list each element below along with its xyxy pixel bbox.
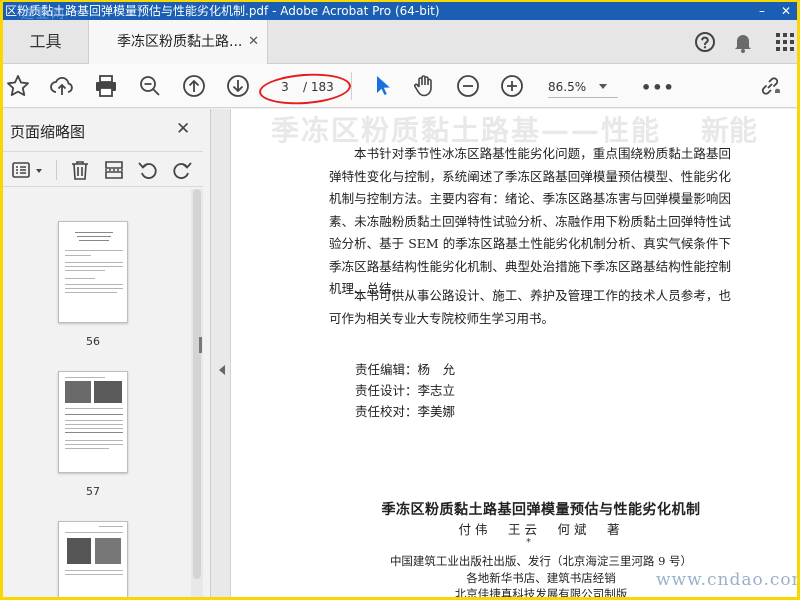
tab-bar: 工具 季冻区粉质黏土路... ✕	[3, 20, 797, 65]
watermark-bottom-right: www.cndao.com	[656, 570, 797, 590]
thumbnail-label: 57	[86, 485, 100, 498]
tab-document[interactable]: 季冻区粉质黏土路... ✕	[88, 20, 268, 65]
more-tools-icon[interactable]: •••	[641, 78, 675, 97]
title-bar: 区粉质黏土路基回弹模量预估与性能劣化机制.pdf - Adobe Acrobat…	[3, 2, 797, 20]
acrobat-window: 区粉质黏土路基回弹模量预估与性能劣化机制.pdf - Adobe Acrobat…	[3, 2, 797, 597]
print-icon[interactable]	[93, 73, 119, 99]
close-window-button[interactable]: ✕	[775, 2, 797, 20]
minimize-button[interactable]: –	[751, 2, 773, 20]
page-thumbnail[interactable]	[58, 371, 128, 473]
thumbnail-options-icon[interactable]	[11, 159, 33, 181]
close-panel-icon[interactable]: ✕	[176, 119, 190, 139]
chevron-down-icon[interactable]	[599, 84, 607, 89]
panel-title: 页面缩略图	[10, 123, 86, 141]
zoom-level-select[interactable]: 86.5%	[548, 76, 618, 98]
panel-scrollbar[interactable]	[191, 189, 203, 597]
zoom-in-icon[interactable]	[499, 73, 525, 99]
help-icon[interactable]	[693, 30, 717, 54]
panel-splitter[interactable]	[199, 109, 231, 597]
separator-star: *	[526, 537, 531, 548]
rotate-right-icon[interactable]	[171, 159, 193, 181]
book-authors: 付伟 王云 何斌 著	[458, 522, 624, 537]
panel-scrollbar-thumb[interactable]	[193, 189, 201, 579]
delete-trash-icon[interactable]	[69, 159, 91, 181]
rotate-left-icon[interactable]	[137, 159, 159, 181]
document-view[interactable]: 季冻区粉质黏土路基——性能 新能 本书针对季节性冰冻区路基性能劣化问题，重点围绕…	[231, 109, 797, 597]
previous-page-icon[interactable]	[181, 73, 207, 99]
bookmark-star-icon[interactable]	[5, 73, 31, 99]
publisher-line: 中国建筑工业出版社出版、发行（北京海淀三里河路 9 号）	[389, 554, 693, 568]
collapse-panel-icon[interactable]	[219, 365, 225, 375]
book-title: 季冻区粉质黏土路基回弹模量预估与性能劣化机制	[381, 502, 701, 518]
audience-paragraph: 本书可供从事公路设计、施工、养护及管理工作的技术人员参考，也可作为相关专业大专院…	[329, 288, 731, 326]
select-pointer-icon[interactable]	[369, 73, 395, 99]
page-thumbnail[interactable]	[58, 521, 128, 597]
next-page-icon[interactable]	[225, 73, 251, 99]
splitter-grip[interactable]	[199, 337, 202, 353]
panel-toolbar	[3, 151, 203, 187]
apps-grid-icon[interactable]	[773, 30, 797, 54]
window-title: 区粉质黏土路基回弹模量预估与性能劣化机制.pdf - Adobe Acrobat…	[5, 4, 440, 18]
page-thumbnails-panel: 页面缩略图 ✕ 56 57	[3, 109, 211, 597]
toolbar-divider	[351, 72, 352, 100]
zoom-out-search-icon[interactable]	[137, 73, 163, 99]
credit-proofreader: 责任校对：李美娜	[355, 404, 456, 419]
zoom-out-icon[interactable]	[455, 73, 481, 99]
credit-editor: 责任编辑：杨 允	[355, 362, 456, 377]
options-dropdown-icon[interactable]	[36, 169, 42, 173]
zoom-level-value: 86.5%	[548, 80, 587, 94]
tab-document-label: 季冻区粉质黏土路...	[117, 34, 243, 50]
tab-tools[interactable]: 工具	[3, 20, 88, 64]
main-toolbar: 3 / 183 86.5% •••	[3, 64, 797, 108]
extract-pages-icon[interactable]	[103, 159, 125, 181]
share-link-icon[interactable]	[757, 73, 783, 99]
thumbnail-label: 56	[86, 335, 100, 348]
hand-tool-icon[interactable]	[411, 73, 437, 99]
abstract-paragraph: 本书针对季节性冰冻区路基性能劣化问题，重点围绕粉质黏土路基回弹特性变化与控制，系…	[329, 146, 731, 296]
cloud-upload-icon[interactable]	[49, 73, 75, 99]
page-thumbnail[interactable]	[58, 221, 128, 323]
close-tab-icon[interactable]: ✕	[248, 20, 259, 64]
panel-divider	[56, 160, 57, 180]
credit-designer: 责任设计：李志立	[355, 383, 456, 398]
notification-bell-icon[interactable]	[731, 30, 755, 54]
